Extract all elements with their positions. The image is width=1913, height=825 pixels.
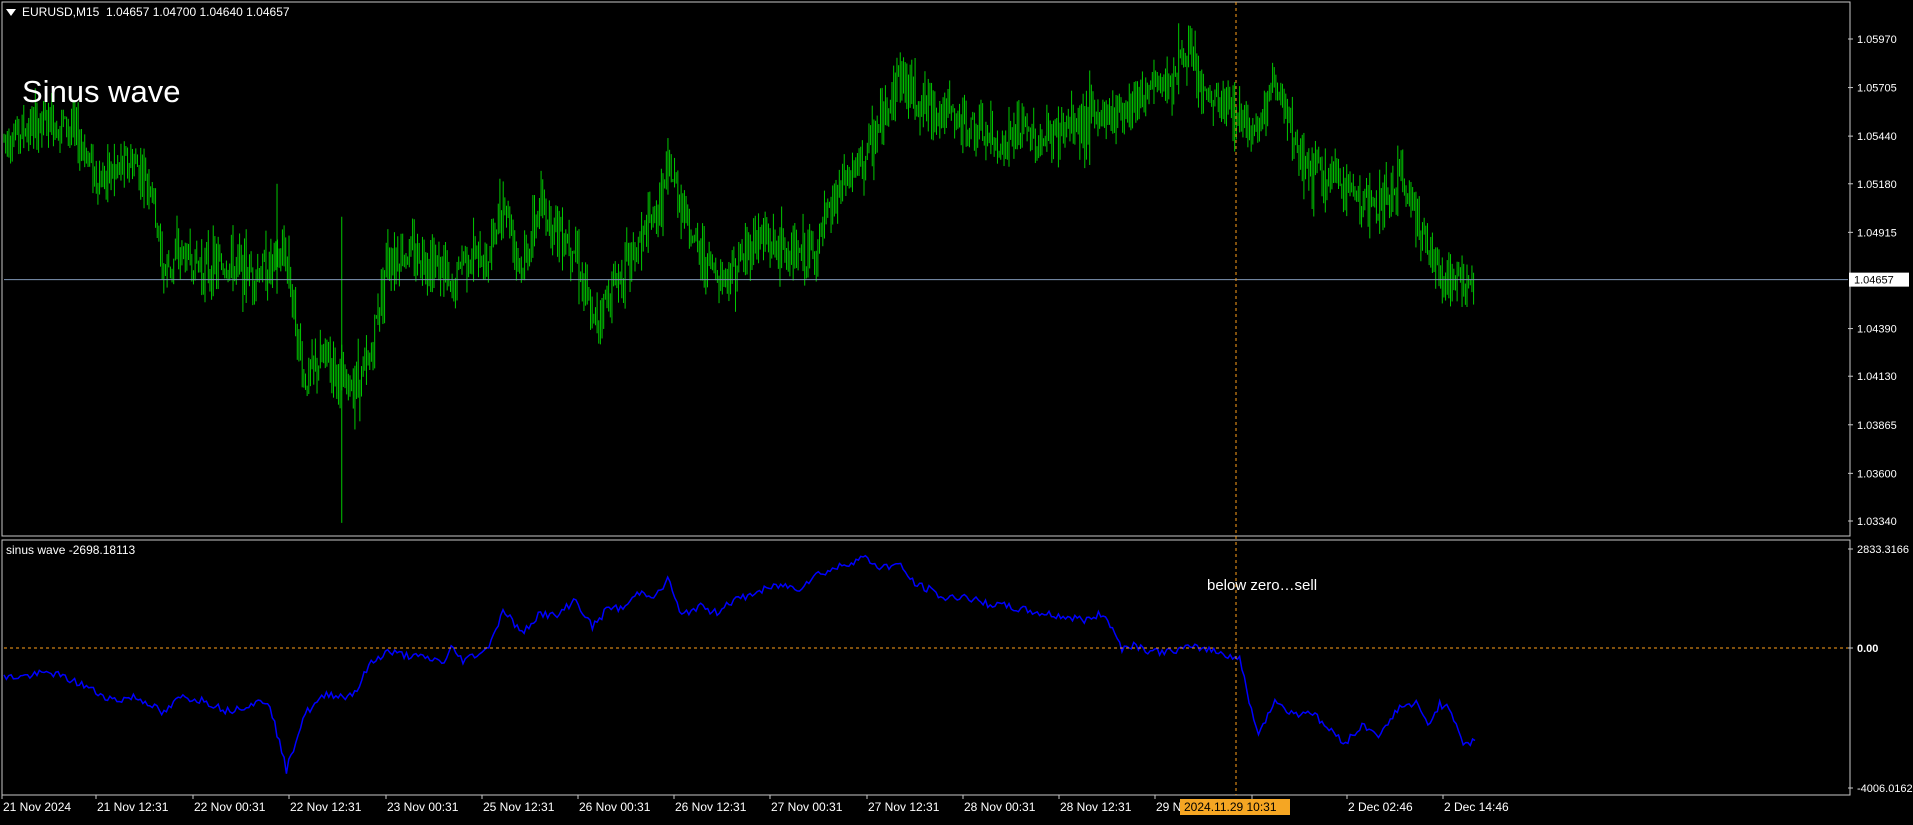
chart-window[interactable]: 1.05970 1.05705 1.05440 1.05180 1.04915 1.043… bbox=[0, 0, 1913, 820]
indicator-axis-label: -4006.0162 bbox=[1857, 783, 1913, 795]
price-axis-label: 1.03600 bbox=[1857, 468, 1897, 480]
price-axis-label: 1.04915 bbox=[1857, 227, 1897, 239]
time-axis-label: 27 Nov 00:31 bbox=[771, 800, 843, 814]
price-axis-label: 1.03340 bbox=[1857, 516, 1897, 528]
time-axis-label: 22 Nov 12:31 bbox=[290, 800, 362, 814]
symbol-label: EURUSD,M15 bbox=[22, 5, 100, 19]
time-axis-label: 2 Dec 02:46 bbox=[1348, 800, 1413, 814]
time-axis-label: 23 Nov 00:31 bbox=[387, 800, 459, 814]
price-axis-label: 1.04390 bbox=[1857, 324, 1897, 336]
time-axis-label: 21 Nov 12:31 bbox=[97, 800, 169, 814]
indicator-title: sinus wave -2698.18113 bbox=[6, 543, 135, 557]
time-axis-label: 28 Nov 00:31 bbox=[964, 800, 1036, 814]
price-axis-label: 1.05440 bbox=[1857, 131, 1897, 143]
indicator-value: -2698.18113 bbox=[68, 543, 136, 557]
time-axis-label: 22 Nov 00:31 bbox=[194, 800, 266, 814]
chart-text-title: Sinus wave bbox=[22, 74, 181, 109]
crosshair-time-label: 2024.11.29 10:31 bbox=[1184, 800, 1277, 814]
indicator-label: sinus wave bbox=[6, 543, 66, 557]
price-axis-label: 1.03865 bbox=[1857, 420, 1897, 432]
time-axis-label: 2 Dec 14:46 bbox=[1444, 800, 1509, 814]
current-price-label: 1.04657 bbox=[1854, 275, 1894, 287]
time-axis-label: 26 Nov 12:31 bbox=[675, 800, 747, 814]
chart-canvas[interactable]: 1.05970 1.05705 1.05440 1.05180 1.04915 1.043… bbox=[0, 0, 1913, 820]
time-axis-label: 25 Nov 12:31 bbox=[483, 800, 555, 814]
time-axis-label: 27 Nov 12:31 bbox=[868, 800, 940, 814]
window-title: EURUSD,M15 1.04657 1.04700 1.04640 1.046… bbox=[6, 5, 290, 19]
time-axis-label: 29 N bbox=[1156, 800, 1181, 814]
price-axis-label: 1.04130 bbox=[1857, 371, 1897, 383]
time-axis-label: 26 Nov 00:31 bbox=[579, 800, 651, 814]
price-axis-label: 1.05180 bbox=[1857, 179, 1897, 191]
indicator-axis-label: 2833.3166 bbox=[1857, 544, 1909, 556]
price-axis-label: 1.05705 bbox=[1857, 83, 1897, 95]
time-axis-label: 21 Nov 2024 bbox=[3, 800, 71, 814]
price-axis-label: 1.05970 bbox=[1857, 34, 1897, 46]
indicator-annotation: below zero…sell bbox=[1207, 577, 1318, 594]
indicator-axis-label: 0.00 bbox=[1857, 643, 1878, 655]
collapse-triangle-icon[interactable] bbox=[6, 9, 16, 17]
time-axis-label: 28 Nov 12:31 bbox=[1060, 800, 1132, 814]
ohlc-label: 1.04657 1.04700 1.04640 1.04657 bbox=[106, 5, 290, 19]
